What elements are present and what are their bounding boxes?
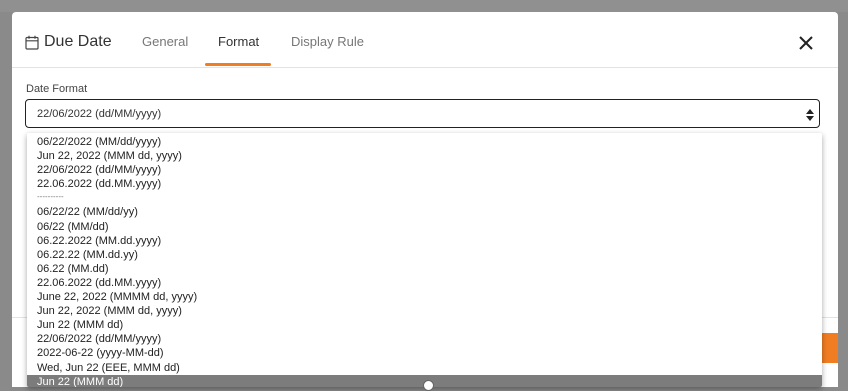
dialog-title: Due Date	[44, 33, 112, 50]
calendar-icon	[25, 35, 39, 50]
close-button[interactable]	[794, 31, 818, 55]
date-format-label: Date Format	[26, 83, 88, 95]
date-format-select[interactable]: 22/06/2022 (dd/MM/yyyy)	[25, 99, 820, 128]
dropdown-option[interactable]: June 22, 2022 (MMMM dd, yyyy)	[27, 290, 822, 304]
dropdown-option[interactable]: 06.22 (MM.dd)	[27, 262, 822, 276]
dropdown-option[interactable]: 06/22/2022 (MM/dd/yyyy)	[27, 135, 822, 149]
dropdown-option[interactable]: 06.22.2022 (MM.dd.yyyy)	[27, 234, 822, 248]
close-icon	[799, 36, 813, 50]
active-tab-indicator	[205, 63, 271, 66]
date-format-selected-value: 22/06/2022 (dd/MM/yyyy)	[37, 108, 162, 120]
dropdown-option[interactable]: Jun 22, 2022 (MMM dd, yyyy)	[27, 304, 822, 318]
dialog-header: Due Date General Format Display Rule	[12, 12, 838, 68]
dialog-title-group: Due Date	[25, 31, 112, 53]
dropdown-option[interactable]: Jun 22, 2022 (MMM dd, yyyy)	[27, 149, 822, 163]
dropdown-option[interactable]: 06/22 (MM/dd)	[27, 220, 822, 234]
dropdown-option[interactable]: 22.06.2022 (dd.MM.yyyy)	[27, 276, 822, 290]
dropdown-option[interactable]: 06/22/22 (MM/dd/yy)	[27, 205, 822, 219]
dropdown-option[interactable]: 06.22.22 (MM.dd.yy)	[27, 248, 822, 262]
date-format-dropdown-list: 06/22/2022 (MM/dd/yyyy) Jun 22, 2022 (MM…	[27, 133, 822, 387]
dropdown-option[interactable]: Jun 22 (MMM dd)	[27, 318, 822, 332]
resize-handle[interactable]	[423, 380, 434, 391]
dropdown-option[interactable]: 22/06/2022 (dd/MM/yyyy)	[27, 332, 822, 346]
tab-display-rule[interactable]: Display Rule	[291, 34, 364, 49]
modal-backdrop	[0, 0, 848, 12]
tab-general[interactable]: General	[142, 34, 188, 49]
dropdown-separator: ----------	[37, 192, 64, 202]
dropdown-option[interactable]: Wed, Jun 22 (EEE, MMM dd)	[27, 361, 822, 375]
dropdown-option[interactable]: 22.06.2022 (dd.MM.yyyy)	[27, 177, 822, 191]
sort-arrows-icon	[806, 108, 814, 126]
tab-format[interactable]: Format	[218, 34, 259, 49]
dropdown-option[interactable]: 2022-06-22 (yyyy-MM-dd)	[27, 346, 822, 360]
dropdown-option[interactable]: 22/06/2022 (dd/MM/yyyy)	[27, 163, 822, 177]
